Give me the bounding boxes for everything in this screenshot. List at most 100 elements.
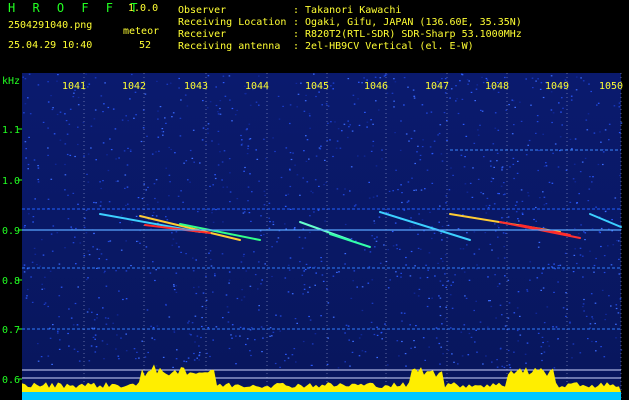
noise-dot <box>565 292 567 294</box>
noise-dot <box>215 86 217 88</box>
noise-dot <box>69 108 72 110</box>
noise-dot <box>517 160 519 162</box>
noise-dot <box>435 327 438 329</box>
noise-dot <box>205 299 208 301</box>
noise-dot <box>306 181 309 183</box>
noise-dot <box>95 159 97 161</box>
noise-dot <box>235 363 237 365</box>
noise-dot <box>396 340 399 342</box>
noise-dot <box>496 152 499 154</box>
noise-dot <box>291 354 294 356</box>
noise-dot <box>118 157 120 159</box>
noise-dot <box>449 294 452 296</box>
noise-dot <box>620 122 623 124</box>
noise-dot <box>100 253 103 255</box>
noise-dot <box>575 76 578 78</box>
noise-dot <box>536 115 539 117</box>
noise-dot <box>239 335 241 337</box>
noise-dot <box>619 298 622 300</box>
noise-dot <box>210 265 213 267</box>
noise-dot <box>587 338 589 340</box>
noise-dot <box>304 268 307 271</box>
noise-dot <box>320 257 322 259</box>
noise-dot <box>202 127 205 129</box>
noise-dot <box>28 213 30 215</box>
noise-dot <box>56 80 58 82</box>
noise-dot <box>88 308 90 310</box>
noise-dot <box>441 323 443 325</box>
noise-dot <box>350 297 353 299</box>
noise-dot <box>246 338 249 340</box>
noise-dot <box>574 181 577 183</box>
noise-dot <box>431 182 434 184</box>
noise-dot <box>95 346 98 348</box>
noise-dot <box>441 260 444 262</box>
noise-dot <box>464 183 467 185</box>
noise-dot <box>187 179 189 181</box>
y-tick-label: 0.6 <box>2 375 20 386</box>
noise-dot <box>438 132 441 135</box>
noise-dot <box>289 122 291 125</box>
noise-dot <box>28 136 30 138</box>
noise-dot <box>407 181 410 183</box>
noise-dot <box>240 299 243 301</box>
noise-dot <box>416 151 418 153</box>
noise-dot <box>405 133 408 135</box>
noise-dot <box>508 104 510 106</box>
noise-dot <box>69 154 72 156</box>
noise-dot <box>274 362 277 365</box>
noise-dot <box>344 253 347 255</box>
noise-dot <box>98 258 100 260</box>
noise-dot <box>368 181 370 183</box>
noise-dot <box>580 77 582 79</box>
noise-dot <box>306 139 309 141</box>
noise-dot <box>72 192 75 194</box>
noise-dot <box>475 329 477 331</box>
noise-dot <box>363 77 365 79</box>
noise-dot <box>524 353 527 355</box>
noise-dot <box>475 300 477 302</box>
noise-dot <box>149 272 152 274</box>
noise-dot <box>268 227 271 229</box>
noise-dot <box>332 316 335 318</box>
noise-dot <box>401 201 403 204</box>
noise-dot <box>309 231 311 233</box>
noise-dot <box>211 209 213 211</box>
noise-dot <box>403 209 406 211</box>
noise-dot <box>538 241 541 243</box>
noise-dot <box>66 133 69 135</box>
noise-dot <box>348 126 350 128</box>
noise-dot <box>457 112 460 115</box>
noise-dot <box>269 327 272 329</box>
noise-dot <box>251 191 253 193</box>
noise-dot <box>219 100 222 102</box>
noise-dot <box>546 341 549 343</box>
noise-dot <box>87 153 90 155</box>
noise-dot <box>498 193 500 195</box>
noise-dot <box>409 227 411 229</box>
noise-dot <box>305 263 308 265</box>
noise-dot <box>583 310 585 312</box>
noise-dot <box>572 343 575 345</box>
noise-dot <box>217 143 220 145</box>
noise-dot <box>600 346 602 348</box>
noise-dot <box>559 264 562 266</box>
noise-dot <box>164 117 166 119</box>
noise-dot <box>514 106 516 108</box>
noise-dot <box>58 348 61 350</box>
noise-dot <box>118 358 120 360</box>
noise-dot <box>615 323 617 325</box>
noise-dot <box>115 180 118 182</box>
noise-dot <box>344 361 346 363</box>
info-label: Observer <box>178 5 227 16</box>
noise-dot <box>371 235 373 237</box>
noise-dot <box>47 147 49 149</box>
noise-dot <box>287 291 290 293</box>
noise-dot <box>22 76 24 78</box>
noise-dot <box>83 255 86 257</box>
noise-dot <box>191 322 194 324</box>
noise-dot <box>374 76 377 78</box>
noise-dot <box>94 334 97 336</box>
noise-dot <box>142 127 145 129</box>
noise-dot <box>461 355 464 357</box>
